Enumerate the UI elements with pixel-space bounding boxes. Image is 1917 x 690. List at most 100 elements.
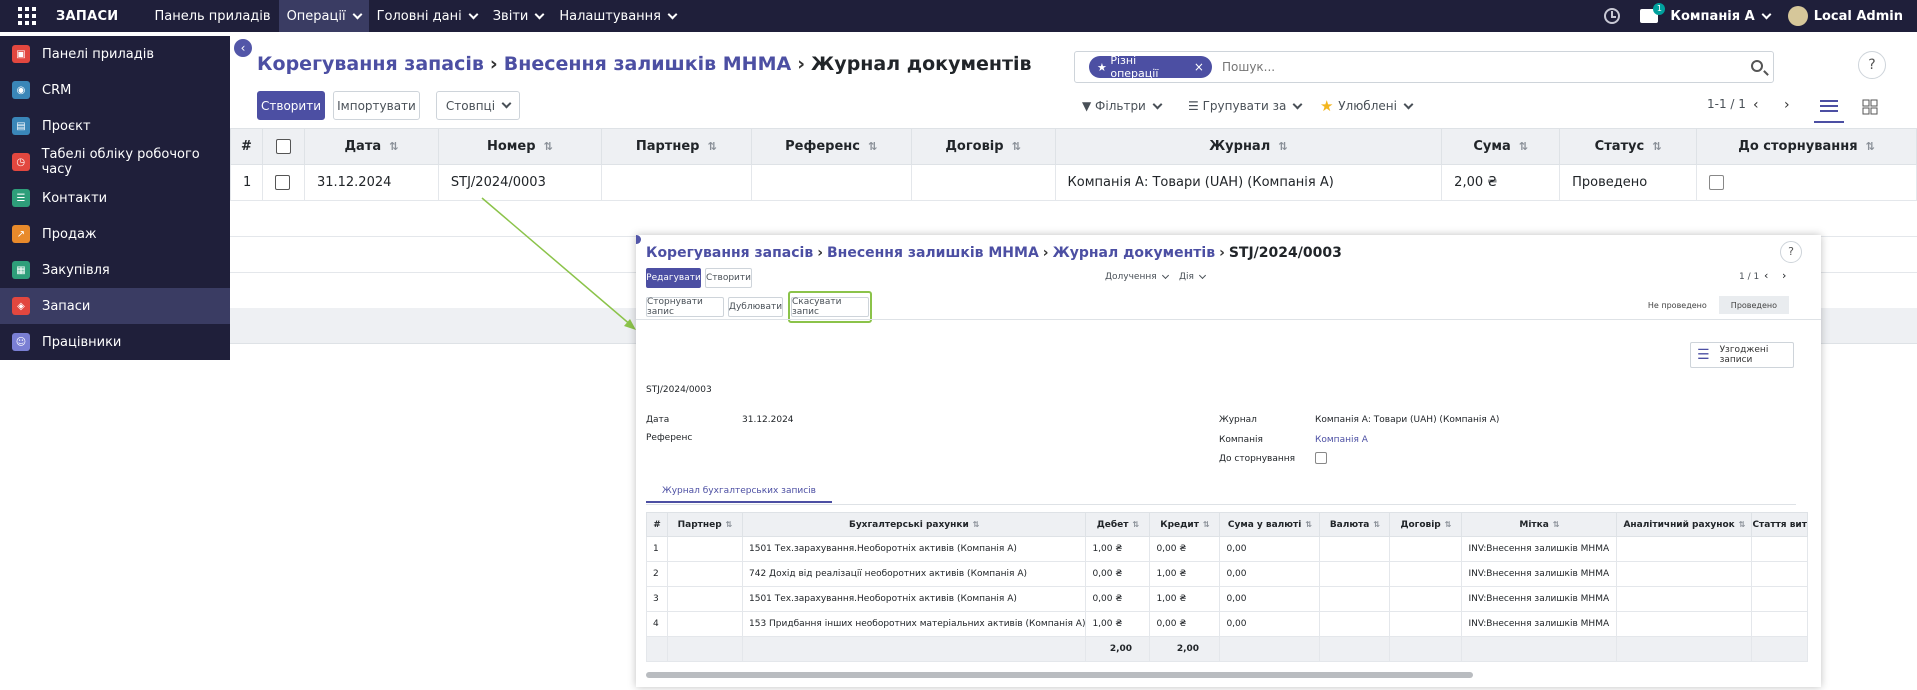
create-button[interactable]: Створити	[705, 268, 752, 288]
column-header[interactable]: Кредит ⇅	[1149, 512, 1221, 537]
menu-settings[interactable]: Налаштування	[551, 0, 684, 32]
sidebar-item-dashboards[interactable]: ▣ Панелі приладів	[0, 36, 230, 72]
edit-button[interactable]: Редагувати	[646, 268, 701, 288]
sidebar-item-project[interactable]: ▤ Проєкт	[0, 108, 230, 144]
column-header[interactable]: Статус ⇅	[1559, 128, 1698, 165]
company-switcher[interactable]: Компанія А	[1670, 9, 1772, 24]
breadcrumb-link[interactable]: Журнал документів	[1053, 245, 1215, 261]
create-button[interactable]: Створити	[257, 91, 325, 120]
list-view-icon[interactable]	[1820, 99, 1838, 113]
table-row[interactable]: 4 153 Придбання інших необоротних матері…	[646, 611, 1808, 637]
clock-icon[interactable]	[1604, 8, 1621, 24]
header-label: Сума	[1473, 139, 1511, 154]
import-button[interactable]: Імпортувати	[333, 91, 420, 120]
app-menu-icon[interactable]	[18, 6, 38, 26]
column-header[interactable]: Договір ⇅	[910, 128, 1056, 165]
status-posted[interactable]: Проведено	[1718, 296, 1789, 314]
header-label: Номер	[486, 139, 536, 154]
app-name[interactable]: ЗАПАСИ	[56, 9, 118, 24]
pager-next-icon[interactable]: ›	[1784, 97, 1790, 113]
column-header[interactable]: Журнал ⇅	[1054, 128, 1443, 165]
select-all-checkbox[interactable]	[261, 128, 305, 165]
sidebar-item-crm[interactable]: ◉ CRM	[0, 72, 230, 108]
column-header[interactable]: Бухгалтерські рахунки ⇅	[741, 512, 1087, 537]
attachments-dropdown[interactable]: Долучення	[1105, 271, 1169, 282]
back-arrow-icon[interactable]: ‹	[234, 39, 252, 57]
sidebar-item-timesheets[interactable]: ◷ Табелі обліку робочого часу	[0, 144, 230, 180]
sidebar-item-purchase[interactable]: ▦ Закупівля	[0, 252, 230, 288]
group-by-dropdown[interactable]: ☰ Групувати за	[1188, 97, 1303, 115]
duplicate-button[interactable]: Дублювати	[728, 297, 783, 317]
menu-operations[interactable]: Операції	[278, 0, 369, 32]
breadcrumb-link[interactable]: Внесення залишків МНМА	[504, 53, 791, 75]
totals-cell	[741, 636, 1087, 662]
cell-contract	[910, 164, 1056, 201]
status-draft[interactable]: Не проведено	[1636, 296, 1719, 314]
table-row[interactable]: 1 1501 Тех.зарахування.Необоротніх актив…	[646, 536, 1808, 562]
column-header[interactable]: До сторнування ⇅	[1696, 128, 1917, 165]
breadcrumb-link[interactable]: Внесення залишків МНМА	[827, 245, 1039, 261]
reverse-entry-button[interactable]: Сторнувати запис	[646, 297, 724, 317]
favorites-dropdown[interactable]: ★ Улюблені	[1320, 97, 1414, 115]
help-icon[interactable]: ?	[1858, 51, 1886, 79]
column-header[interactable]: Валюта ⇅	[1319, 512, 1391, 537]
columns-button[interactable]: Стовпці	[436, 91, 520, 120]
help-icon[interactable]: ?	[1780, 241, 1802, 263]
sidebar-item-inventory[interactable]: ◈ Запаси	[0, 288, 230, 324]
checkbox[interactable]	[274, 175, 290, 190]
column-header[interactable]: Дата ⇅	[303, 128, 439, 165]
close-icon[interactable]: ×	[1194, 60, 1204, 74]
menu-dashboard[interactable]: Панель приладів	[146, 0, 278, 32]
matched-entries-button[interactable]: ☰ Узгоджені записи	[1690, 342, 1794, 368]
column-header[interactable]: Аналітичний рахунок ⇅	[1616, 512, 1753, 537]
pager-value[interactable]: 1-1 / 1	[1707, 97, 1746, 111]
chat-icon[interactable]: 1	[1640, 3, 1666, 23]
column-header[interactable]: Референс ⇅	[750, 128, 912, 165]
column-header[interactable]: Партнер ⇅	[667, 512, 743, 537]
column-header[interactable]: Дебет ⇅	[1085, 512, 1151, 537]
column-header[interactable]: Сума у валюті ⇅	[1219, 512, 1321, 537]
breadcrumb-link[interactable]: Корегування запасів	[257, 53, 484, 75]
sidebar-item-label: CRM	[42, 82, 72, 98]
search-facet[interactable]: ★ Різні операції ×	[1089, 54, 1212, 80]
menu-master-data[interactable]: Головні дані	[369, 0, 485, 32]
avatar[interactable]	[1787, 6, 1808, 26]
pager-value[interactable]: 1 / 1	[1739, 272, 1759, 282]
sidebar-item-sales[interactable]: ↗ Продаж	[0, 216, 230, 252]
row-select[interactable]	[261, 164, 305, 201]
action-dropdown[interactable]: Дія	[1179, 271, 1206, 282]
filters-dropdown[interactable]: ▼ Фільтри	[1082, 97, 1163, 115]
breadcrumb-link[interactable]: Корегування запасів	[646, 245, 813, 261]
to-reverse-checkbox[interactable]	[1315, 452, 1327, 464]
checkbox[interactable]	[275, 139, 291, 154]
column-header[interactable]: Договір ⇅	[1389, 512, 1463, 537]
kanban-view-icon[interactable]	[1862, 99, 1880, 115]
company-link[interactable]: Компанія А	[1315, 435, 1368, 445]
column-header[interactable]: Номер ⇅	[437, 128, 602, 165]
sidebar-item-label: Запаси	[42, 298, 91, 314]
sidebar-item-contacts[interactable]: ☰ Контакти	[0, 180, 230, 216]
pager-prev-icon[interactable]: ‹	[1764, 269, 1768, 282]
table-row[interactable]: 1 31.12.2024 STJ/2024/0003 Компанія А: Т…	[230, 164, 1917, 201]
menu-reports[interactable]: Звіти	[485, 0, 552, 32]
pager-prev-icon[interactable]: ‹	[1753, 97, 1759, 113]
search-icon[interactable]	[1751, 60, 1763, 72]
back-arrow-icon[interactable]	[636, 235, 641, 244]
user-name[interactable]: Local Admin	[1814, 9, 1903, 24]
pager-next-icon[interactable]: ›	[1782, 269, 1786, 282]
cell-to-reverse[interactable]	[1696, 164, 1917, 201]
column-header[interactable]: Стаття вит	[1751, 512, 1808, 537]
column-header[interactable]: Мітка ⇅	[1461, 512, 1618, 537]
checkbox[interactable]	[1709, 175, 1725, 190]
search-input[interactable]	[1221, 60, 1773, 74]
column-header[interactable]: Сума ⇅	[1441, 128, 1561, 165]
horizontal-scrollbar[interactable]	[646, 672, 1473, 678]
column-header[interactable]: Партнер ⇅	[600, 128, 752, 165]
line-debit: 1,00 ₴	[1085, 536, 1151, 562]
table-row[interactable]: 2 742 Дохід від реалізації необоротних а…	[646, 561, 1808, 587]
tab-journal-items[interactable]: Журнал бухгалтерських записів	[646, 481, 832, 503]
cell-status: Проведено	[1559, 164, 1698, 201]
table-row[interactable]: 3 1501 Тех.зарахування.Необоротніх актив…	[646, 586, 1808, 612]
line-number: 1	[646, 536, 668, 562]
sidebar-item-employees[interactable]: ☺ Працівники	[0, 324, 230, 360]
